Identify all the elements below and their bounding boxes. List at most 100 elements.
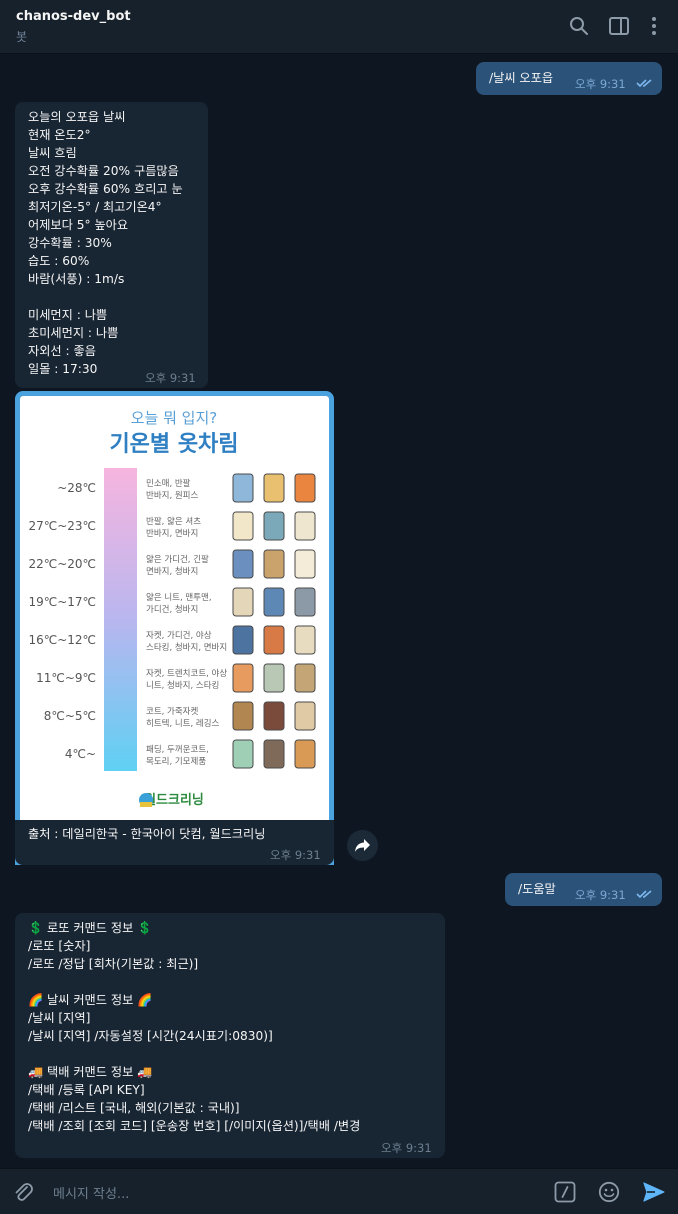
- chat-subtitle: 봇: [16, 30, 28, 44]
- clothing-description: 자켓, 트렌치코트, 야상: [146, 668, 227, 679]
- message-line: 오늘의 오포읍 날씨: [28, 110, 126, 124]
- incoming-message[interactable]: 💲 로또 커맨드 정보 💲 /로또 [숫자] /로또 /정답 [회차(기본값 :…: [15, 913, 445, 1158]
- clothing-description: 얇은 가디건, 긴팔: [146, 554, 209, 565]
- message-line: 미세먼지 : 나쁨: [28, 308, 108, 322]
- clothing-icon: [232, 625, 254, 655]
- guide-brand: 월드크리닝: [144, 792, 204, 808]
- guide-subtitle: 오늘 뭐 입지?: [131, 409, 218, 427]
- sidebar-toggle-icon[interactable]: [608, 15, 630, 37]
- clothing-icon: [294, 511, 316, 541]
- clothing-icon: [263, 701, 285, 731]
- chat-header: chanos-dev_bot 봇: [0, 0, 678, 54]
- photo-caption-bubble[interactable]: 출처 : 데일리한국 - 한국아이 닷컴, 월드크리닝 오후 9:31: [15, 820, 334, 865]
- clothing-description: 패딩, 두꺼운코트,: [146, 744, 209, 755]
- clothing-icon: [232, 549, 254, 579]
- message-line: /로또 /정답 [회차(기본값 : 최근)]: [28, 957, 199, 971]
- message-line: /날씨 [지역]: [28, 1011, 91, 1025]
- clothing-description: 반팔, 얇은 셔츠: [146, 516, 201, 527]
- incoming-message[interactable]: 오늘의 오포읍 날씨 현재 온도2° 날씨 흐림 오전 강수확률 20% 구름많…: [15, 102, 208, 388]
- message-line: 현재 온도2°: [28, 128, 91, 142]
- clothing-description: 가디건, 청바지: [146, 604, 198, 615]
- clothing-icon: [263, 473, 285, 503]
- clothing-guide-graphic: 오늘 뭐 입지? 기온별 옷차림 ~28℃ 민소매, 반팔반바지, 원피스 27℃~…: [28, 409, 316, 808]
- share-icon: [355, 839, 370, 852]
- message-time: 오후 9:31: [270, 848, 321, 862]
- clothing-description: 목도리, 기모제품: [146, 757, 206, 767]
- emoji-icon[interactable]: [598, 1181, 620, 1203]
- clothing-icon: [294, 701, 316, 731]
- message-line: /로또 [숫자]: [28, 939, 91, 953]
- guide-rows: ~28℃ 민소매, 반팔반바지, 원피스 27℃~23℃ 반팔, 얇은 셔츠반바지, …: [28, 473, 316, 769]
- guide-title: 기온별 옷차림: [109, 432, 238, 457]
- clothing-description: 자켓, 가디건, 야상: [146, 630, 212, 641]
- message-line: /날씨 [지역] /자동설정 [시간(24시표기:0830)]: [28, 1029, 273, 1043]
- temperature-label: 16℃~12℃: [28, 633, 96, 647]
- temperature-label: 27℃~23℃: [28, 519, 96, 533]
- temperature-label: 4℃~: [65, 747, 96, 761]
- brand-logo-base: [140, 802, 152, 807]
- temperature-label: 11℃~9℃: [36, 671, 96, 685]
- photo-caption: 출처 : 데일리한국 - 한국아이 닷컴, 월드크리닝: [28, 827, 266, 841]
- clothing-description: 니트, 청바지, 스타킹: [146, 680, 219, 691]
- temperature-label: ~28℃: [57, 481, 96, 495]
- message-line: 오후 강수확률 60% 흐리고 눈: [28, 182, 183, 196]
- message-line: /택배 /등록 [API KEY]: [28, 1083, 145, 1097]
- message-line: [28, 288, 183, 306]
- clothing-description: 히트텍, 니트, 레깅스: [146, 718, 220, 729]
- outgoing-message[interactable]: /도움말 오후 9:31: [505, 873, 662, 906]
- message-line: /택배 /리스트 [국내, 해외(기본값 : 국내)]: [28, 1101, 240, 1115]
- read-check-icon: [636, 79, 652, 88]
- clothing-icon: [294, 739, 316, 769]
- attach-icon[interactable]: [12, 1181, 34, 1203]
- message-text: /도움말: [518, 882, 556, 896]
- message-line: 🚚 택배 커맨드 정보 🚚: [28, 1065, 153, 1079]
- message-line: 오전 강수확률 20% 구름많음: [28, 164, 179, 178]
- message-line: 어제보다 5° 높아요: [28, 218, 129, 232]
- clothing-icon: [263, 587, 285, 617]
- clothing-icon: [232, 511, 254, 541]
- more-vertical-icon[interactable]: [643, 15, 665, 37]
- clothing-icon: [263, 549, 285, 579]
- clothing-icon: [263, 739, 285, 769]
- send-icon[interactable]: [642, 1180, 666, 1204]
- message-composer: 메시지 작성...: [0, 1168, 678, 1214]
- message-line: 자외선 : 좋음: [28, 344, 96, 358]
- slash-command-icon[interactable]: [554, 1181, 576, 1203]
- clothing-description: 민소매, 반팔: [146, 478, 191, 489]
- clothing-icon: [232, 739, 254, 769]
- message-line: 💲 로또 커맨드 정보 💲: [28, 921, 153, 935]
- message-line: 날씨 흐림: [28, 146, 77, 160]
- temperature-label: 22℃~20℃: [28, 557, 96, 571]
- message-line: 습도 : 60%: [28, 254, 90, 268]
- clothing-description: 반바지, 원피스: [146, 490, 199, 501]
- weather-report: 오늘의 오포읍 날씨 현재 온도2° 날씨 흐림 오전 강수확률 20% 구름많…: [28, 108, 183, 378]
- message-line: 🌈 날씨 커맨드 정보 🌈: [28, 993, 153, 1007]
- clothing-icon: [294, 587, 316, 617]
- read-check-icon: [636, 890, 652, 899]
- message-line: /택배 /조회 [조회 코드] [운송장 번호] [/이미지(옵션)]/택배 /…: [28, 1119, 361, 1133]
- message-list[interactable]: /날씨 오포읍 오후 9:31 오늘의 오포읍 날씨 현재 온도2° 날씨 흐림…: [0, 54, 678, 1168]
- outgoing-message[interactable]: /날씨 오포읍 오후 9:31: [476, 62, 662, 95]
- message-time: 오후 9:31: [145, 371, 196, 385]
- message-line: 바람(서풍) : 1m/s: [28, 272, 125, 286]
- search-icon[interactable]: [568, 15, 590, 37]
- clothing-icon: [232, 701, 254, 731]
- clothing-description: 반바지, 면바지: [146, 528, 198, 539]
- temperature-bar: [104, 468, 137, 771]
- photo-message[interactable]: 오늘 뭐 입지? 기온별 옷차림 ~28℃ 민소매, 반팔 반바지, 원피스 27℃~…: [15, 391, 334, 865]
- clothing-icon: [263, 663, 285, 693]
- chat-title[interactable]: chanos-dev_bot: [16, 9, 131, 24]
- share-button[interactable]: [347, 830, 378, 861]
- message-text: /날씨 오포읍: [489, 71, 554, 85]
- clothing-description: 스타킹, 청바지, 면바지: [146, 642, 227, 653]
- clothing-description: 면바지, 청바지: [146, 566, 198, 577]
- message-line: 초미세먼지 : 나쁨: [28, 326, 119, 340]
- message-time: 오후 9:31: [381, 1141, 432, 1155]
- message-time: 오후 9:31: [575, 888, 626, 902]
- clothing-guide-image[interactable]: 오늘 뭐 입지? 기온별 옷차림 ~28℃ 민소매, 반팔 반바지, 원피스 27℃~…: [20, 396, 329, 860]
- help-text: 💲 로또 커맨드 정보 💲 /로또 [숫자] /로또 /정답 [회차(기본값 :…: [28, 919, 360, 1135]
- message-line: [28, 973, 360, 991]
- message-input[interactable]: 메시지 작성...: [53, 1183, 129, 1202]
- clothing-icon: [263, 511, 285, 541]
- clothing-icon: [294, 549, 316, 579]
